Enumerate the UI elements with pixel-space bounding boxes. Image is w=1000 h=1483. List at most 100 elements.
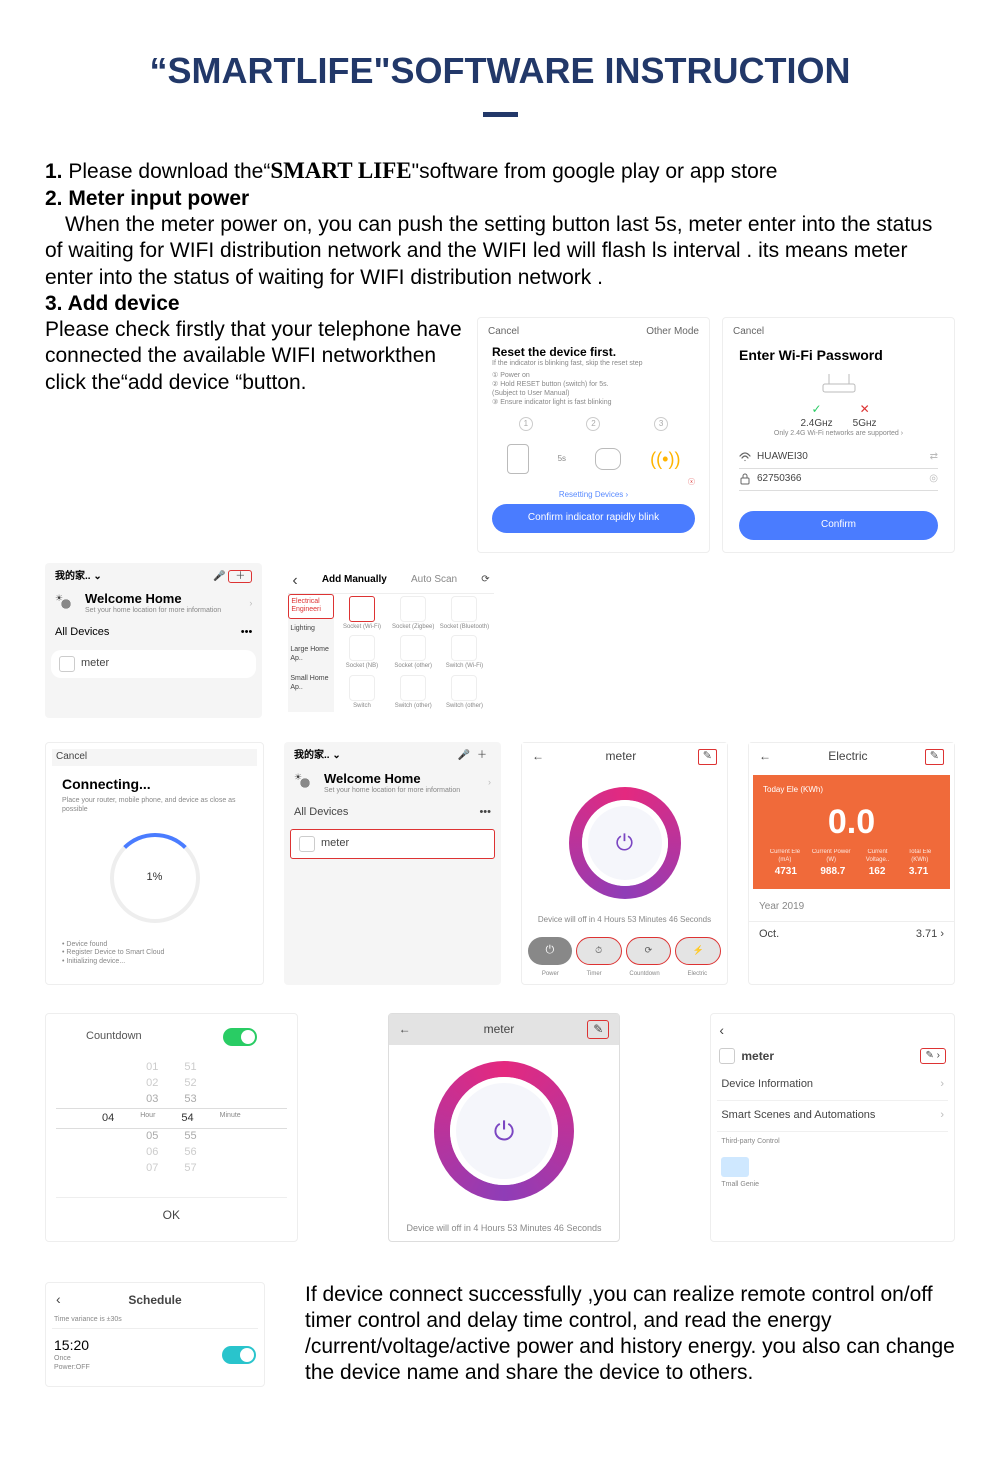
edit-icon[interactable]: ✎ › (920, 1048, 947, 1065)
welcome-title: Welcome Home (85, 591, 241, 607)
meter-icon (59, 656, 75, 672)
chevron-right-icon[interactable]: › (488, 777, 491, 788)
electric-title: Electric (828, 749, 867, 764)
step-circle-3: 3 (654, 417, 668, 431)
cancel-button[interactable]: Cancel (733, 326, 764, 339)
schedule-toggle[interactable] (222, 1346, 256, 1364)
all-devices-tab[interactable]: All Devices (294, 806, 348, 820)
meter-icon (719, 1048, 735, 1064)
minute-picker[interactable]: 54 (181, 1112, 193, 1126)
prod-switch-o2[interactable] (451, 675, 477, 701)
reset-l2: ② Hold RESET button (switch) for 5s. (492, 381, 695, 390)
all-devices-tab[interactable]: All Devices (55, 626, 109, 640)
more-icon[interactable]: ••• (241, 626, 253, 640)
reset-sub: If the indicator is blinking fast, skip … (492, 360, 695, 369)
device-row[interactable]: meter (51, 650, 256, 678)
password-input[interactable]: 62750366 (757, 473, 923, 486)
power-button[interactable]: ⏻ (528, 937, 572, 965)
schedule-power: Power:OFF (54, 1364, 90, 1373)
conn-l2: • Register Device to Smart Cloud (62, 949, 247, 958)
tmall-icon[interactable] (721, 1157, 749, 1177)
edit-icon[interactable]: ✎ (925, 749, 944, 765)
add-device-button[interactable]: ＋ (473, 750, 491, 761)
device-label: meter (81, 657, 109, 671)
mic-icon[interactable]: 🎤 (213, 571, 225, 582)
edit-icon[interactable]: ✎ (587, 1020, 609, 1039)
power-ring[interactable]: ⏻ (569, 787, 681, 899)
prod-switch-o1[interactable] (400, 675, 426, 701)
prod-socket-bt[interactable] (451, 596, 477, 622)
more-icon[interactable]: ••• (479, 806, 491, 820)
timer-label: Timer (587, 971, 602, 979)
c0v: 4731 (775, 866, 797, 879)
schedule-time[interactable]: 15:20 (54, 1337, 90, 1355)
prod-socket-zigbee[interactable] (400, 596, 426, 622)
back-button[interactable]: ← (532, 749, 544, 764)
eye-icon[interactable]: ◎ (929, 473, 938, 486)
add-manually-tab[interactable]: Add Manually (322, 574, 387, 587)
location-dropdown[interactable]: 我的家.. ⌄ (294, 750, 341, 763)
meter-msg: Device will off in 4 Hours 53 Minutes 46… (389, 1217, 620, 1240)
month-value[interactable]: 3.71 › (916, 928, 944, 942)
countdown-button[interactable]: ⟳ (626, 937, 672, 965)
auto-scan-tab[interactable]: Auto Scan (411, 574, 457, 587)
progress-pct: 1% (147, 871, 163, 885)
wifi-confirm-button[interactable]: Confirm (739, 511, 938, 540)
cat-large[interactable]: Large Home Ap.. (288, 640, 334, 670)
back-button[interactable]: ‹ (717, 1020, 948, 1042)
location-dropdown[interactable]: 我的家.. ⌄ (55, 571, 102, 584)
month-label[interactable]: Oct. (759, 928, 779, 942)
change-wifi-icon[interactable]: ⇄ (930, 451, 938, 464)
device-info-row[interactable]: Device Information› (717, 1070, 948, 1101)
prod-switch-wifi[interactable] (451, 635, 477, 661)
back-button[interactable]: ‹ (56, 1291, 61, 1309)
welcome-sub: Set your home location for more informat… (324, 787, 480, 796)
other-mode-link[interactable]: Other Mode (646, 326, 699, 339)
prod-socket-nb[interactable] (349, 635, 375, 661)
back-button[interactable]: ‹ (292, 571, 297, 591)
back-button[interactable]: ← (399, 1022, 411, 1037)
cat-electrical[interactable]: Electrical Engineeri (288, 594, 334, 620)
conn-l2-t: Register Device to Smart Cloud (66, 949, 164, 956)
scan-icon[interactable]: ⟳ (481, 574, 489, 587)
smart-scenes-row[interactable]: Smart Scenes and Automations› (717, 1101, 948, 1132)
meter-icon (299, 836, 315, 852)
meter-title: meter (484, 1022, 515, 1037)
mic-icon[interactable]: 🎤 (458, 750, 470, 761)
reset-title: Reset the device first. (492, 345, 695, 360)
power-ring[interactable]: ⏻ (434, 1061, 574, 1201)
device-row[interactable]: meter (290, 829, 495, 859)
prod-label: Switch (Wi-Fi) (446, 663, 483, 669)
third-party-label: Third-party Control (717, 1132, 948, 1153)
resetting-link[interactable]: Resetting Devices › (492, 490, 695, 500)
shot-connecting: Cancel Connecting... Place your router, … (45, 742, 264, 985)
year-label: Year 2019 (749, 893, 954, 922)
edit-icon[interactable]: ✎ (698, 749, 717, 765)
add-device-button[interactable]: ＋ (228, 570, 252, 583)
x-close-icon[interactable]: ⓧ (492, 479, 695, 488)
back-button[interactable]: ← (759, 749, 771, 764)
countdown-label: Countdown (629, 971, 659, 979)
prod-socket-wifi[interactable] (349, 596, 375, 622)
prod-switch[interactable] (349, 675, 375, 701)
ok-button[interactable]: OK (56, 1197, 287, 1223)
schedule-once: Once (54, 1355, 90, 1364)
conn-l3-t: Initializing device... (66, 958, 125, 965)
shot-meter-control-2: ← meter ✎ ⏻ Device will off in 4 Hours 5… (388, 1013, 621, 1241)
schedule-note: Time variance is ±30s (52, 1312, 258, 1330)
prod-socket-other[interactable] (400, 635, 426, 661)
wifi-24g: 2.4Gʜᴢ (800, 418, 832, 429)
cat-lighting[interactable]: Lighting (288, 619, 334, 640)
chevron-right-icon[interactable]: › (249, 598, 252, 609)
countdown-toggle[interactable] (223, 1028, 257, 1046)
cancel-button[interactable]: Cancel (488, 326, 519, 339)
hour-picker[interactable]: 04 (102, 1112, 114, 1126)
ssid-input[interactable]: HUAWEI30 (757, 451, 924, 464)
shot-wifi-password: Cancel Enter Wi-Fi Password ✓2.4Gʜᴢ ✕5Gʜ… (722, 317, 955, 553)
electric-button[interactable]: ⚡ (675, 937, 721, 965)
confirm-blink-button[interactable]: Confirm indicator rapidly blink (492, 504, 695, 533)
cat-small[interactable]: Small Home Ap.. (288, 669, 334, 699)
r2: Smart Scenes and Automations (721, 1109, 875, 1123)
cancel-button[interactable]: Cancel (56, 751, 87, 764)
timer-button[interactable]: ⏱ (576, 937, 622, 965)
